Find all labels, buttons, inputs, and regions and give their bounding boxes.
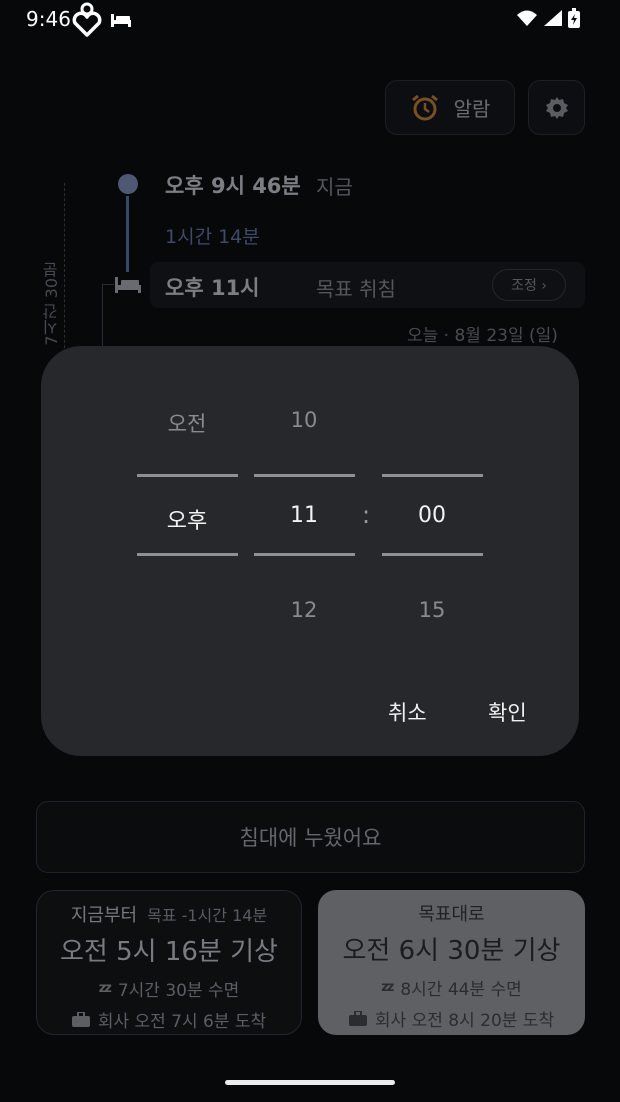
ampm-selection-bottom <box>137 553 238 556</box>
settings-button[interactable] <box>528 80 585 135</box>
timeline-line <box>126 196 129 272</box>
minute-option-below[interactable]: 15 <box>382 598 482 622</box>
bedtime-label: 목표 취침 <box>316 277 396 301</box>
ampm-selection-top <box>137 474 238 477</box>
date-label: 오늘 · 8월 23일 (일) <box>407 326 558 346</box>
gear-icon <box>545 96 568 119</box>
status-icons <box>516 8 580 28</box>
duration-until-bedtime: 1시간 14분 <box>165 226 260 248</box>
bedtime-guide <box>102 284 114 354</box>
wake-from-now-card[interactable]: 지금부터 목표 -1시간 14분 오전 5시 16분 기상 zz 7시간 30분… <box>36 890 302 1035</box>
wake-time: 오전 5시 16분 기상 <box>60 937 278 967</box>
confirm-button[interactable]: 확인 <box>488 697 527 727</box>
sleep-span-guide <box>64 183 65 353</box>
minute-selection-bottom <box>382 553 483 556</box>
arrival-time: 회사 오전 7시 6분 도착 <box>97 1012 267 1032</box>
wake-time: 오전 6시 30분 기상 <box>342 936 561 966</box>
now-label: 지금 <box>316 175 353 199</box>
card-subtitle: 목표 -1시간 14분 <box>147 906 268 925</box>
minute-selection-top <box>382 474 483 477</box>
arrival-time: 회사 오전 8시 20분 도착 <box>374 1011 555 1031</box>
health-app-icon <box>72 2 102 37</box>
alarm-button[interactable]: 알람 <box>385 80 515 135</box>
adjust-button[interactable]: 조정 › <box>492 269 566 301</box>
hour-selection-bottom <box>254 553 355 556</box>
card-title: 지금부터 <box>70 905 138 926</box>
now-dot <box>118 174 138 194</box>
sleep-duration: 7시간 30분 수면 <box>117 981 240 1001</box>
alarm-clock-icon <box>411 94 438 120</box>
minute-selected[interactable]: 00 <box>382 503 482 528</box>
wifi-icon <box>517 10 537 26</box>
bed-icon <box>115 277 141 293</box>
in-bed-button[interactable]: 침대에 누웠어요 <box>36 801 585 873</box>
cancel-button[interactable]: 취소 <box>388 697 427 727</box>
card-title: 목표대로 <box>418 904 485 925</box>
bedtime-time: 오후 11시 <box>165 276 260 300</box>
wake-target-card[interactable]: 목표대로 오전 6시 30분 기상 zz 8시간 44분 수면 회사 오전 8시… <box>318 890 585 1035</box>
zzz-icon: zz <box>381 980 394 995</box>
now-time: 오후 9시 46분 <box>165 174 301 198</box>
alarm-label: 알람 <box>453 97 491 121</box>
ampm-selected[interactable]: 오후 <box>137 503 237 535</box>
sleep-span-label: 7시간 30분 <box>42 262 61 346</box>
home-indicator[interactable] <box>225 1080 395 1085</box>
zzz-icon: zz <box>98 981 112 996</box>
battery-icon <box>568 8 580 28</box>
hour-option-above[interactable]: 10 <box>254 408 354 432</box>
hour-selection-top <box>254 474 355 477</box>
time-separator: : <box>362 501 371 529</box>
bed-status-icon <box>111 14 131 27</box>
sleep-duration: 8시간 44분 수면 <box>400 980 522 1000</box>
ampm-option-above[interactable]: 오전 <box>137 408 237 438</box>
briefcase-icon <box>71 1012 90 1027</box>
hour-option-below[interactable]: 12 <box>254 598 354 622</box>
status-time: 9:46 <box>26 7 71 31</box>
signal-icon <box>544 10 562 26</box>
briefcase-icon <box>348 1011 367 1026</box>
hour-selected[interactable]: 11 <box>254 503 354 528</box>
